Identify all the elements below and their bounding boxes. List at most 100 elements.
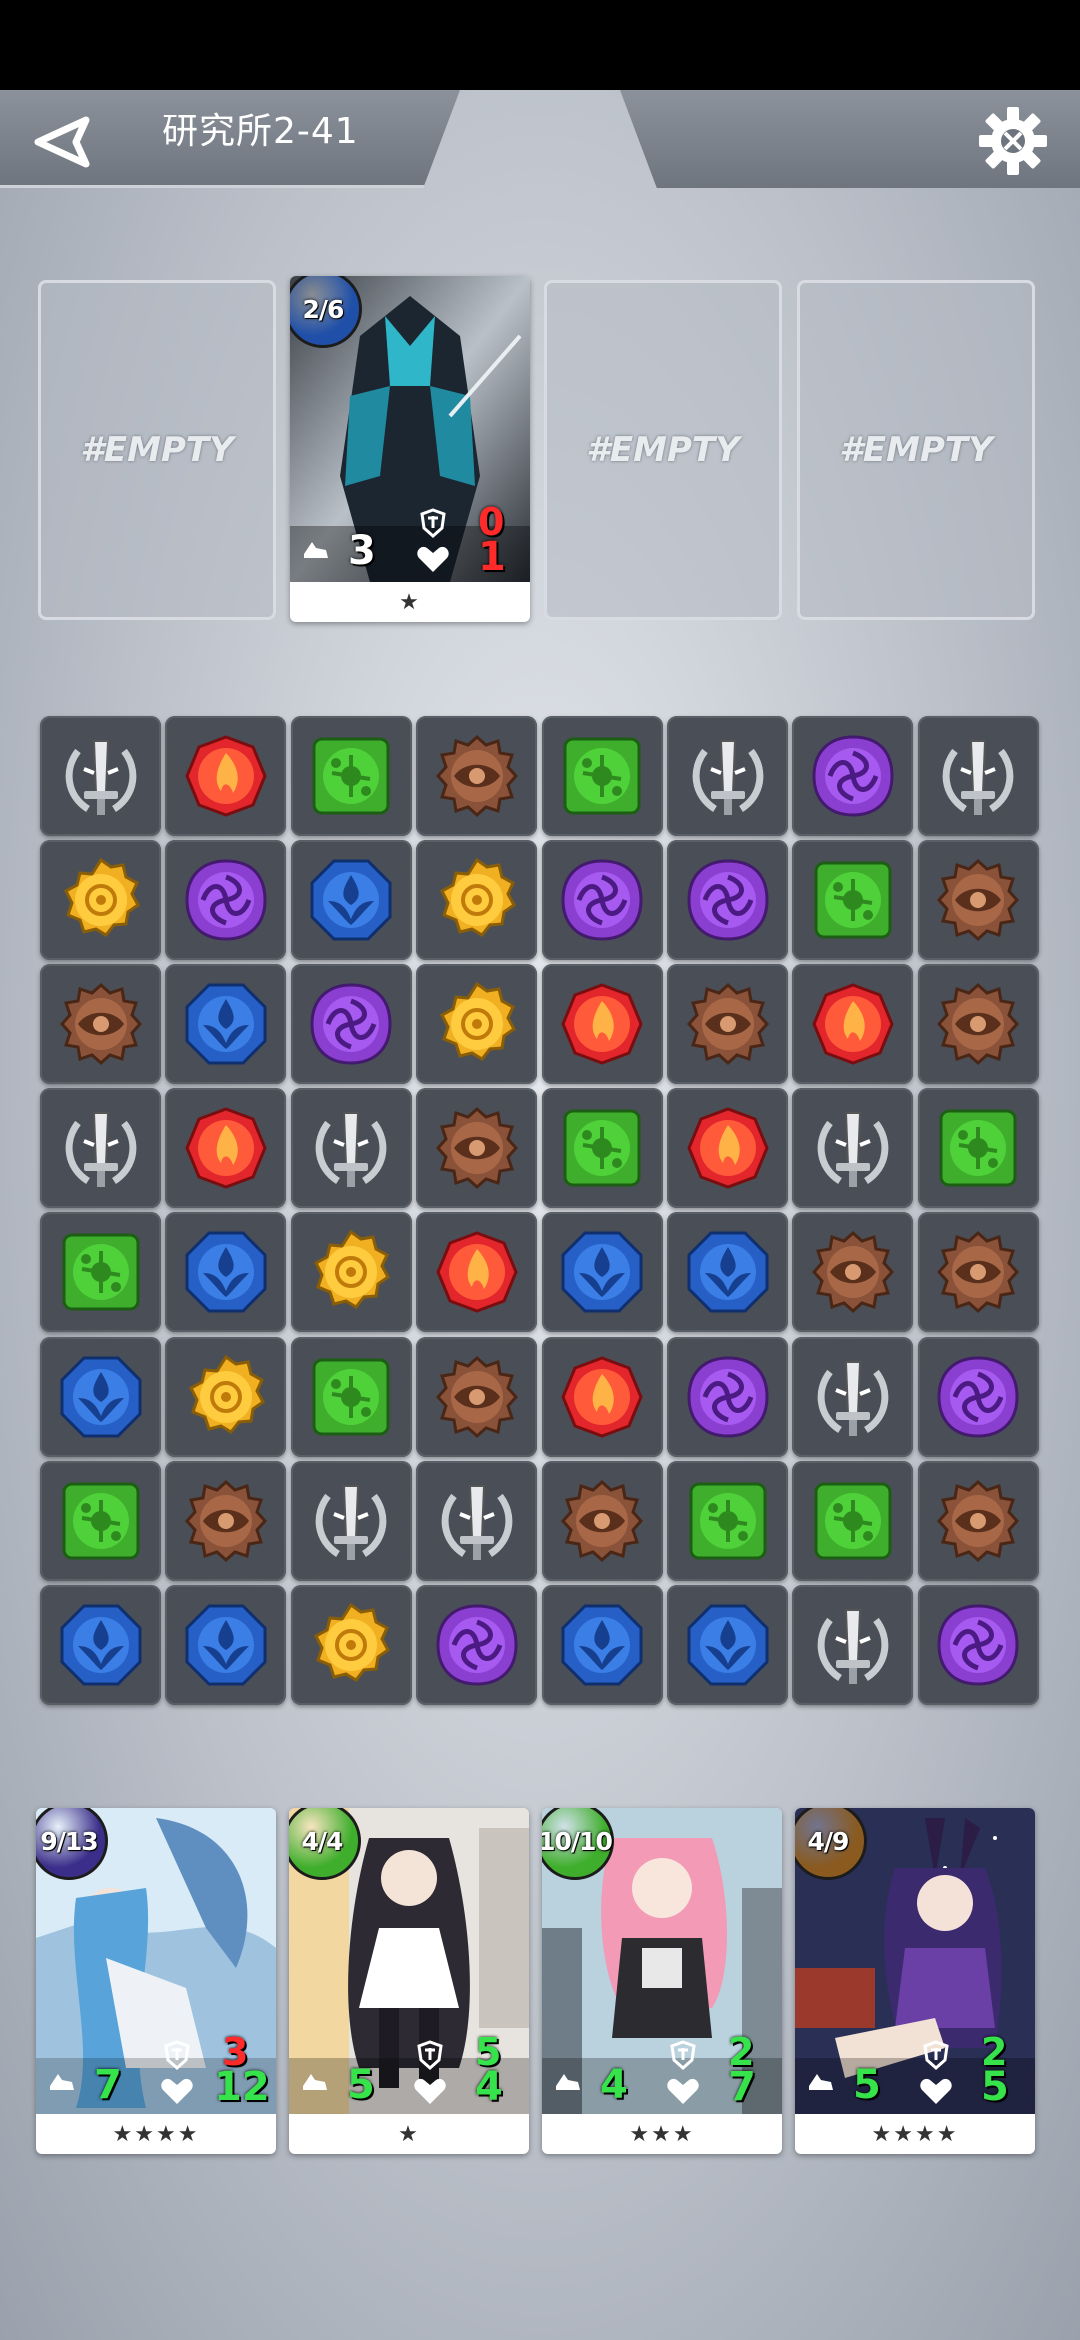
speed-shoe-icon (556, 2074, 580, 2090)
board-cell[interactable] (290, 716, 412, 836)
heart-icon (161, 2078, 193, 2104)
fire-gem-icon (434, 1229, 520, 1315)
board-cell[interactable] (792, 964, 914, 1085)
team-slot-3[interactable]: #EMPTY (544, 280, 782, 620)
board-cell[interactable] (290, 1584, 412, 1705)
match-board (40, 716, 1040, 1716)
board-cell[interactable] (165, 964, 287, 1085)
board-cell[interactable] (165, 1212, 287, 1333)
hp-badge-text: 2/6 (302, 294, 345, 324)
water-gem-icon (685, 1229, 771, 1315)
board-cell[interactable] (40, 1336, 161, 1457)
board-cell[interactable] (165, 716, 287, 836)
rarity-stars: ★★★★ (112, 2121, 200, 2147)
top-card-2[interactable]: 2/6 3 0 1 ★ (290, 276, 530, 622)
void-gem-icon (685, 1354, 771, 1440)
board-cell[interactable] (40, 840, 161, 961)
board-cell[interactable] (541, 964, 663, 1085)
shield-icon (164, 2040, 190, 2070)
sun-gem-icon (308, 1602, 394, 1688)
board-cell[interactable] (667, 1584, 788, 1705)
board-cell[interactable] (667, 1212, 788, 1333)
board-cell[interactable] (290, 1336, 412, 1457)
board-cell[interactable] (541, 1460, 663, 1581)
board-cell[interactable] (667, 964, 788, 1085)
back-button[interactable] (30, 112, 94, 172)
void-gem-icon (183, 857, 269, 943)
empty-slot-label: #EMPTY (586, 430, 740, 470)
board-cell[interactable] (165, 1584, 287, 1705)
board-cell[interactable] (40, 964, 161, 1085)
hp-badge-text: 9/13 (40, 1826, 98, 1856)
settings-button[interactable] (976, 104, 1050, 178)
board-cell[interactable] (416, 840, 538, 961)
board-cell[interactable] (40, 1212, 161, 1333)
fire-gem-icon (559, 1354, 645, 1440)
board-cell[interactable] (792, 1212, 914, 1333)
board-cell[interactable] (667, 840, 788, 961)
board-cell[interactable] (416, 1460, 538, 1581)
board-cell[interactable] (541, 1336, 663, 1457)
board-cell[interactable] (290, 840, 412, 961)
fire-gem-icon (559, 981, 645, 1067)
board-cell[interactable] (917, 840, 1039, 961)
heart-icon (414, 2078, 446, 2104)
board-cell[interactable] (917, 716, 1039, 836)
board-cell[interactable] (541, 1584, 663, 1705)
gear-icon (979, 107, 1047, 175)
board-cell[interactable] (917, 1088, 1039, 1209)
board-cell[interactable] (917, 1336, 1039, 1457)
board-cell[interactable] (416, 1336, 538, 1457)
board-cell[interactable] (165, 1336, 287, 1457)
team-slot-4[interactable]: #EMPTY (797, 280, 1035, 620)
board-cell[interactable] (416, 1212, 538, 1333)
sun-gem-icon (183, 1354, 269, 1440)
void-gem-icon (810, 733, 896, 819)
board-cell[interactable] (792, 716, 914, 836)
board-cell[interactable] (792, 1460, 914, 1581)
board-cell[interactable] (541, 840, 663, 961)
board-cell[interactable] (917, 1460, 1039, 1581)
board-cell[interactable] (165, 840, 287, 961)
board-cell[interactable] (667, 1336, 788, 1457)
board-cell[interactable] (667, 1460, 788, 1581)
board-cell[interactable] (917, 964, 1039, 1085)
board-cell[interactable] (40, 1584, 161, 1705)
empty-slot-label: #EMPTY (80, 430, 234, 470)
bottom-card-1[interactable]: 9/13 7 3 12 ★★★★ (36, 1808, 276, 2154)
board-cell[interactable] (917, 1584, 1039, 1705)
board-cell[interactable] (792, 1088, 914, 1209)
board-cell[interactable] (667, 1088, 788, 1209)
board-cell[interactable] (416, 1088, 538, 1209)
board-cell[interactable] (792, 840, 914, 961)
health-value: 7 (728, 2064, 756, 2110)
bottom-card-4[interactable]: 4/9 5 2 5 ★★★★ (795, 1808, 1035, 2154)
board-cell[interactable] (290, 1460, 412, 1581)
board-cell[interactable] (165, 1460, 287, 1581)
board-cell[interactable] (290, 964, 412, 1085)
board-cell[interactable] (917, 1212, 1039, 1333)
void-gem-icon (559, 857, 645, 943)
board-cell[interactable] (416, 716, 538, 836)
board-cell[interactable] (290, 1212, 412, 1333)
board-cell[interactable] (792, 1336, 914, 1457)
bottom-card-3[interactable]: 10/10 4 2 7 ★★★ (542, 1808, 782, 2154)
board-cell[interactable] (40, 1460, 161, 1581)
board-cell[interactable] (541, 1212, 663, 1333)
board-cell[interactable] (416, 1584, 538, 1705)
board-cell[interactable] (40, 716, 161, 836)
nature-gem-icon (810, 1478, 896, 1564)
shield-icon (420, 508, 446, 538)
board-cell[interactable] (165, 1088, 287, 1209)
team-slot-1[interactable]: #EMPTY (38, 280, 276, 620)
board-cell[interactable] (40, 1088, 161, 1209)
back-arrow-icon (34, 116, 90, 168)
heart-icon (667, 2078, 699, 2104)
board-cell[interactable] (792, 1584, 914, 1705)
board-cell[interactable] (667, 716, 788, 836)
board-cell[interactable] (541, 1088, 663, 1209)
board-cell[interactable] (541, 716, 663, 836)
board-cell[interactable] (416, 964, 538, 1085)
board-cell[interactable] (290, 1088, 412, 1209)
bottom-card-2[interactable]: 4/4 5 5 4 ★ (289, 1808, 529, 2154)
